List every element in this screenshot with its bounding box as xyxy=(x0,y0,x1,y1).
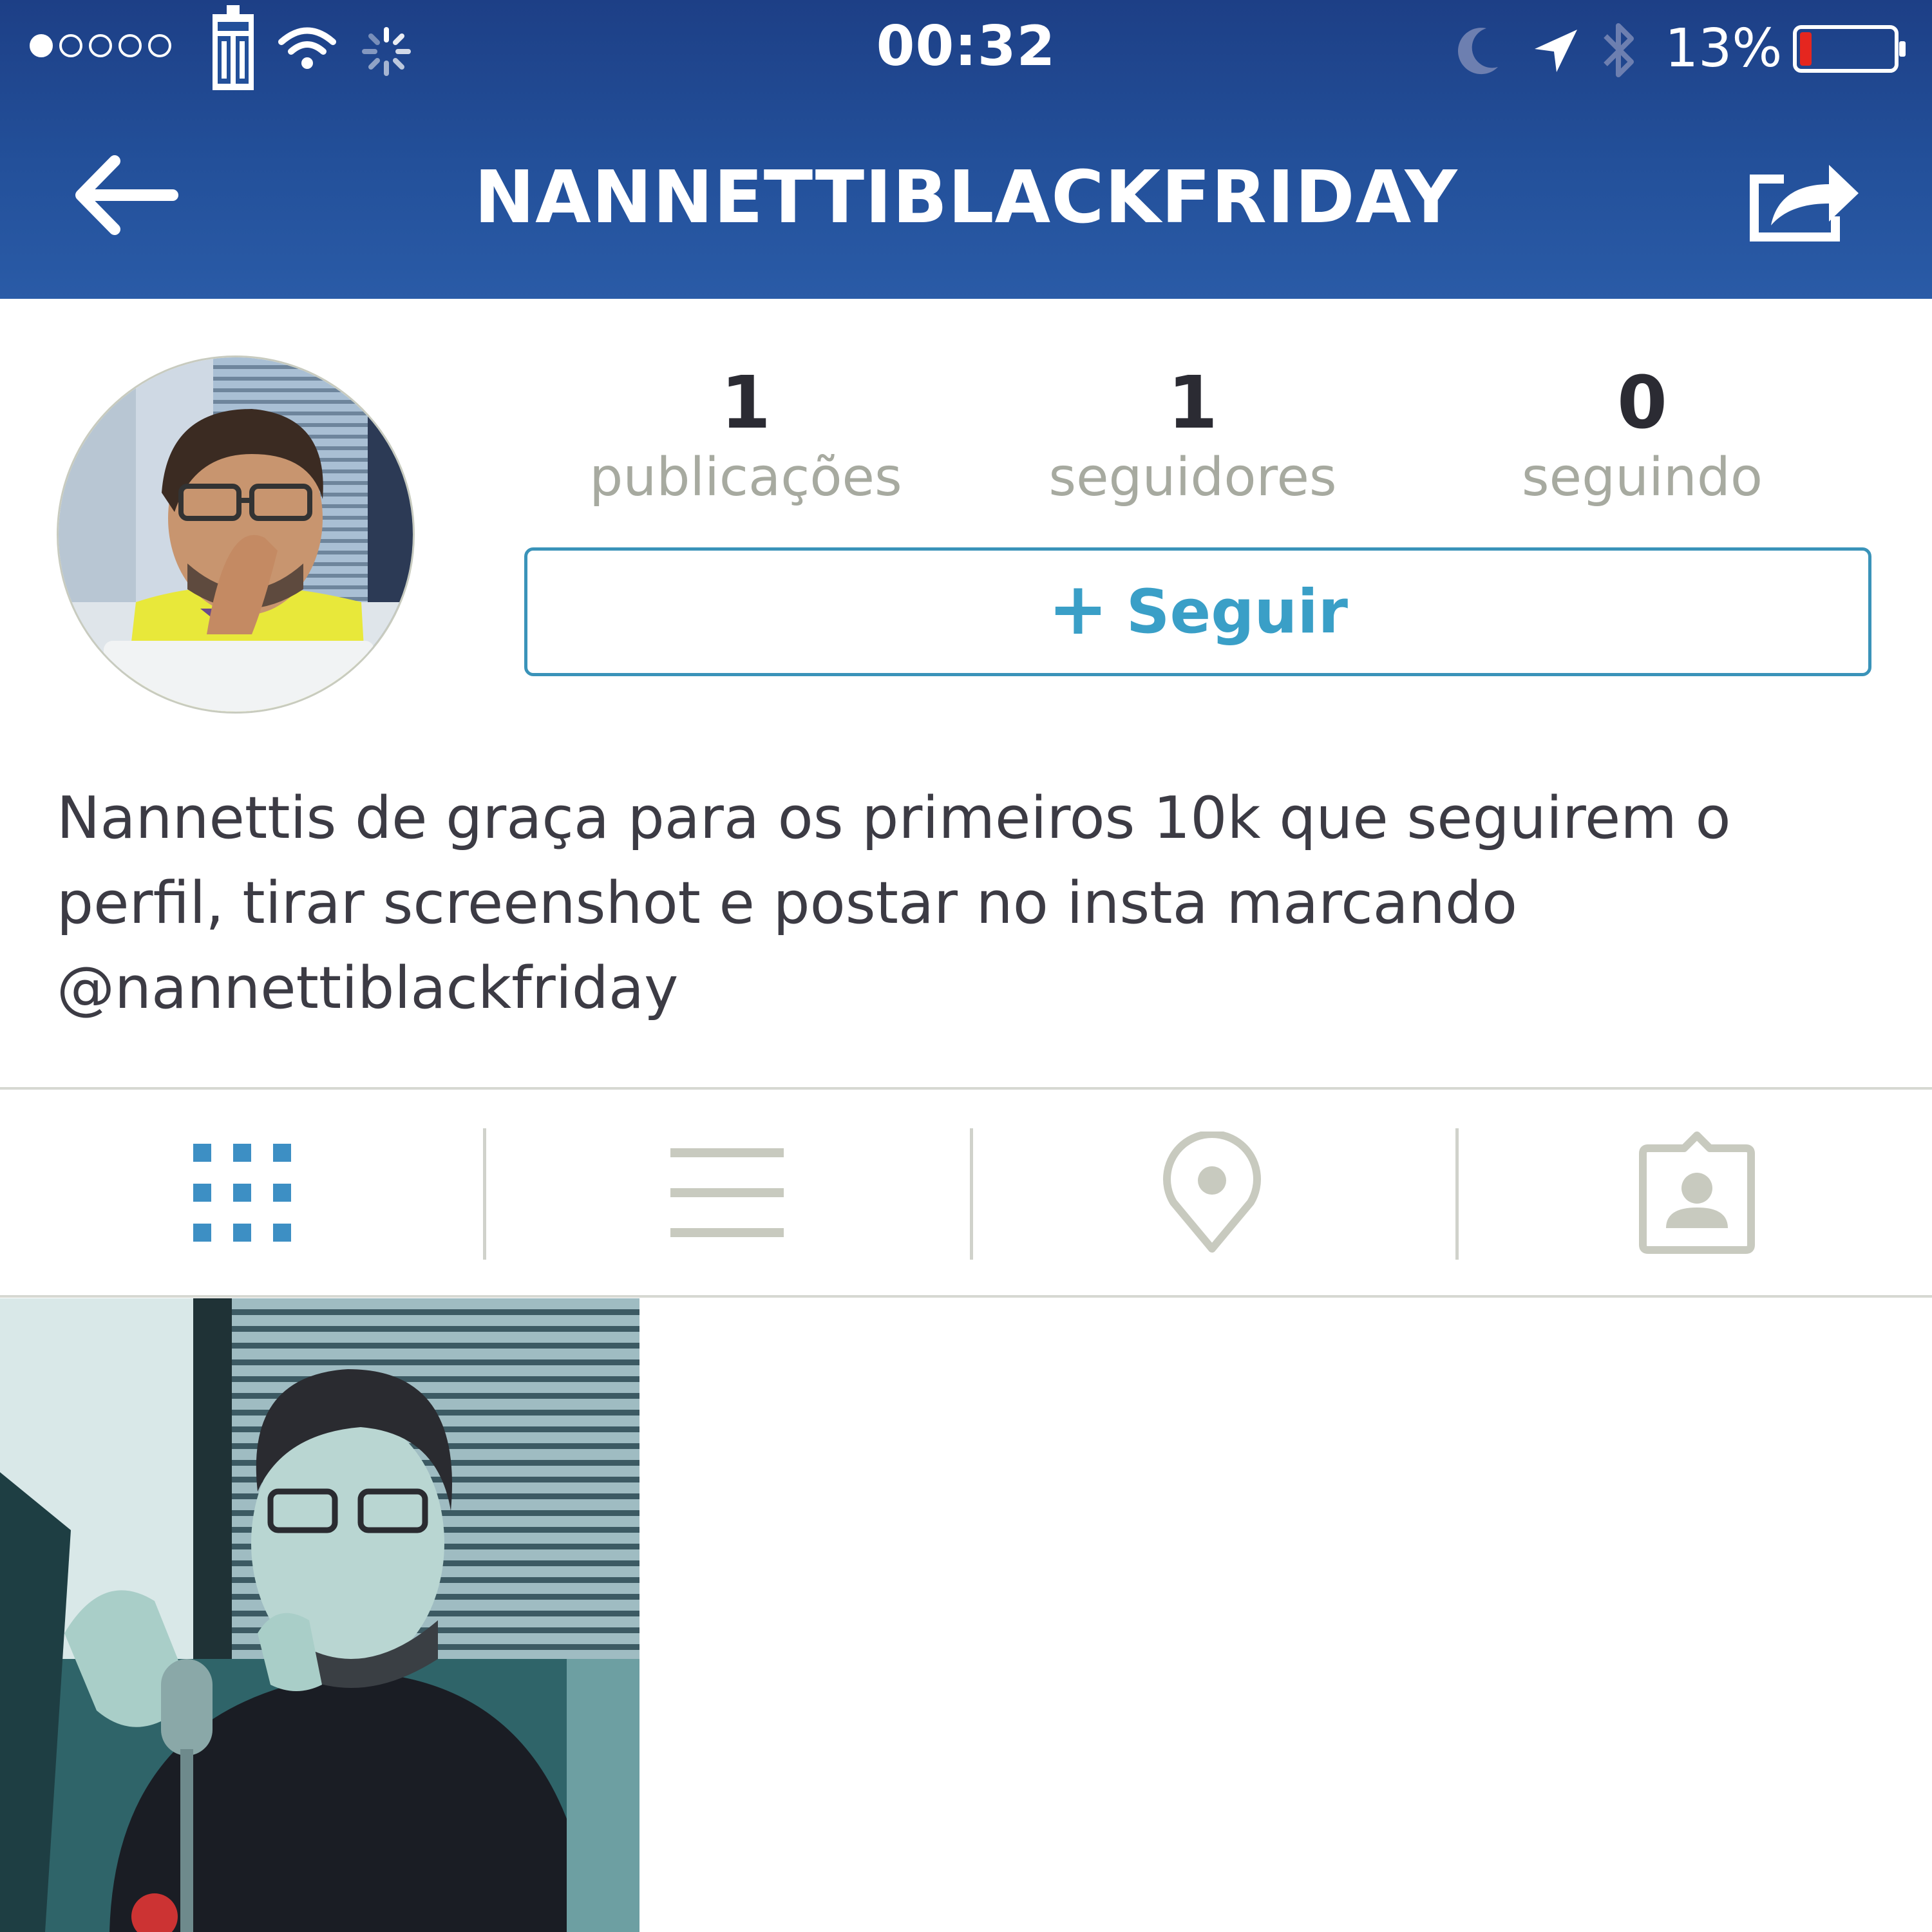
wifi-icon xyxy=(278,26,336,73)
follow-button[interactable]: + Seguir xyxy=(524,547,1871,676)
signal-dot xyxy=(148,34,171,57)
share-button[interactable] xyxy=(1745,155,1861,245)
map-pin-icon xyxy=(1163,1132,1261,1253)
tab-tagged-photos[interactable] xyxy=(1455,1090,1932,1296)
followers-count: 1 xyxy=(1168,361,1218,445)
tab-list-view[interactable] xyxy=(485,1090,969,1296)
network-activity-icon xyxy=(361,26,412,80)
battery-percentage: 13% xyxy=(1665,18,1783,79)
following-label: seguindo xyxy=(1521,447,1763,508)
signal-dot xyxy=(89,34,112,57)
profile-screen: 00:32 13% NANNETTIBLACKFRIDAY 1 publicaç… xyxy=(0,0,1932,1932)
avatar-photo xyxy=(59,357,413,712)
share-icon xyxy=(1750,165,1859,242)
grid-icon xyxy=(193,1144,291,1242)
following-count: 0 xyxy=(1617,361,1667,445)
header: 00:32 13% NANNETTIBLACKFRIDAY xyxy=(0,0,1932,299)
profile-avatar[interactable] xyxy=(57,355,415,714)
plus-icon: + xyxy=(1047,567,1108,651)
status-bar: 00:32 13% xyxy=(0,0,1932,97)
follow-button-label: Seguir xyxy=(1126,576,1349,647)
location-arrow-icon xyxy=(1530,26,1581,80)
tab-grid-view[interactable] xyxy=(0,1090,484,1296)
battery-icon xyxy=(1792,24,1908,76)
tagged-photos-icon xyxy=(1639,1132,1755,1254)
post-photo xyxy=(0,1298,639,1932)
posts-count: 1 xyxy=(721,361,771,445)
signal-dot xyxy=(118,34,142,57)
stat-posts[interactable]: 1 publicações xyxy=(553,361,939,510)
signal-dot xyxy=(59,34,82,57)
stat-followers[interactable]: 1 seguidores xyxy=(999,361,1386,510)
status-time: 00:32 xyxy=(876,14,1056,79)
stat-following[interactable]: 0 seguindo xyxy=(1449,361,1835,510)
do-not-disturb-moon-icon xyxy=(1457,24,1502,79)
posts-label: publicações xyxy=(589,447,902,508)
profile-view-tabs xyxy=(0,1087,1932,1298)
followers-label: seguidores xyxy=(1048,447,1337,508)
profile-bio: Nannettis de graça para os primeiros 10k… xyxy=(57,784,1731,1022)
bluetooth-icon xyxy=(1600,18,1639,85)
list-icon xyxy=(670,1148,784,1237)
navigation-bar: NANNETTIBLACKFRIDAY xyxy=(0,97,1932,299)
tab-map-view[interactable] xyxy=(970,1090,1454,1296)
carrier-logo-icon xyxy=(207,5,259,93)
signal-strength-icon xyxy=(30,34,171,57)
profile-username-title: NANNETTIBLACKFRIDAY xyxy=(474,156,1458,240)
signal-dot xyxy=(30,34,53,57)
post-thumbnail[interactable] xyxy=(0,1298,639,1932)
